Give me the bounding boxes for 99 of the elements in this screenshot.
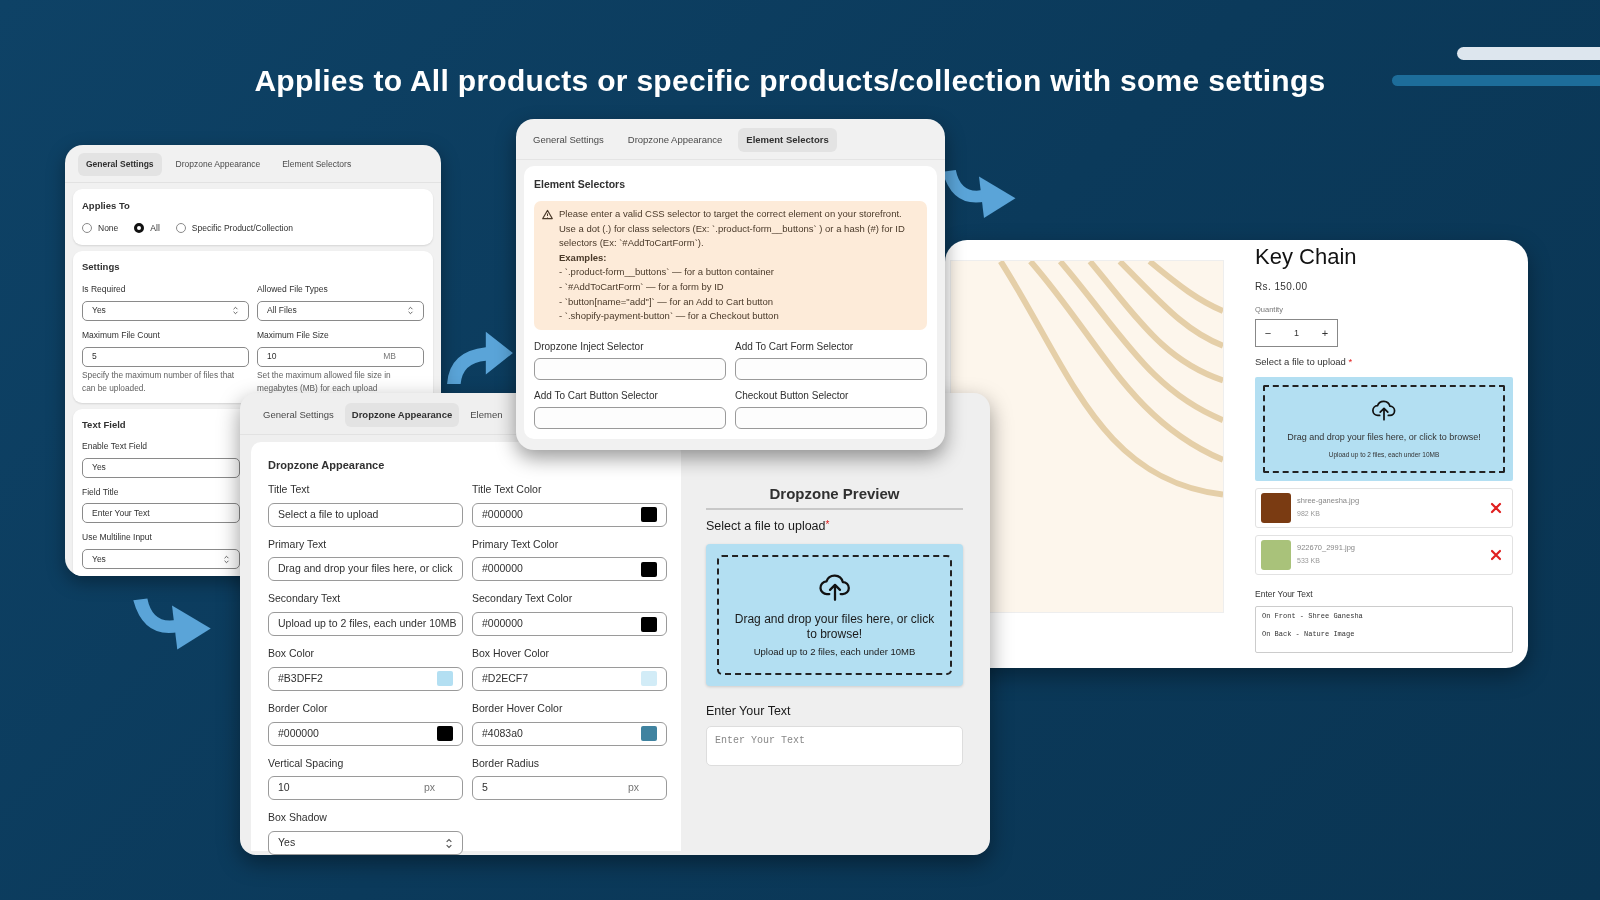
remove-icon[interactable]	[1490, 501, 1502, 514]
updown-chevron-icon	[407, 306, 414, 316]
tab[interactable]: Dropzone Appearance	[619, 128, 731, 153]
input-field[interactable]	[534, 357, 726, 380]
section-title: Element Selectors	[534, 177, 627, 193]
headline: Applies to All products or specific products/collection with some settings	[253, 63, 1327, 99]
input-field[interactable]: #000000	[472, 502, 667, 527]
field-label: Primary Text Color	[472, 536, 560, 552]
input-field[interactable]: #D2ECF7	[472, 666, 667, 691]
field-label: Secondary Text	[268, 591, 342, 607]
select-field[interactable]: Yes	[268, 831, 463, 855]
input-field[interactable]: #000000	[268, 721, 463, 746]
field-label: Box Shadow	[268, 810, 328, 826]
section-title: Applies To	[82, 198, 131, 213]
product-title: Key Chain	[1255, 243, 1358, 271]
input-field[interactable]: 10 px	[268, 776, 463, 801]
increment-button[interactable]: +	[1319, 325, 1331, 342]
field-label: Border Color	[268, 700, 329, 716]
radio-option[interactable]: Specific Product/Collection	[175, 222, 293, 235]
field-label: Add To Cart Form Selector	[735, 339, 855, 354]
example-item: - `#AddToCartForm` — for a form by ID	[559, 279, 725, 294]
field-label: Maximum File Count	[82, 328, 161, 342]
field-label: Checkout Button Selector	[735, 388, 850, 403]
field-label: Select a file to upload*	[706, 517, 831, 535]
example-item: - `.shopify-payment-button` — for a Checkout button	[559, 309, 780, 324]
field-label: Vertical Spacing	[268, 755, 345, 771]
input-field[interactable]	[735, 357, 927, 380]
input-field[interactable]: #000000	[472, 612, 667, 636]
field-label: Secondary Text Color	[472, 591, 574, 607]
text-area[interactable]: Enter Your Text	[706, 726, 963, 767]
input-field[interactable]: 10 MB	[257, 346, 424, 367]
example-item: - `.product-form__buttons` — for a button container	[559, 265, 775, 280]
field-label: Enter Your Text	[706, 702, 792, 720]
tab[interactable]: General Settings	[256, 403, 341, 428]
product-price: Rs. 150.00	[1255, 280, 1309, 294]
section-title: Text Field	[82, 417, 127, 432]
input-field[interactable]: #000000	[472, 557, 667, 582]
input-field[interactable]: Yes	[82, 457, 240, 478]
input-field[interactable]: Select a file to upload	[268, 502, 463, 527]
input-field[interactable]: Drag and drop your files here, or click	[268, 557, 463, 582]
input-field[interactable]: #B3DFF2	[268, 666, 463, 691]
quantity-value: 1	[1294, 326, 1299, 340]
tab[interactable]: Dropzone Appearance	[167, 153, 269, 176]
dropzone-text: Drag and drop your files here, or click to browse!	[1287, 430, 1481, 444]
field-label: Is Required	[82, 283, 127, 296]
input-field[interactable]	[534, 406, 726, 429]
input-field[interactable]	[735, 406, 927, 429]
tab[interactable]: General Settings	[525, 128, 612, 153]
field-label: Title Text	[268, 481, 311, 497]
thumbnail-placeholder	[1261, 492, 1291, 523]
tab[interactable]: Element Selectors	[274, 153, 360, 176]
field-label: Maximum File Size	[257, 328, 330, 342]
updown-chevron-icon	[445, 837, 453, 849]
field-label: Enter Your Text	[1255, 587, 1314, 601]
section-title: Dropzone Appearance	[268, 458, 386, 474]
field-label: Dropzone Inject Selector	[534, 339, 645, 354]
field-label: Border Radius	[472, 755, 541, 771]
input-field[interactable]: 5	[82, 346, 249, 367]
example-item: - `button[name="add"]` — for an Add to Cart button	[559, 294, 775, 309]
warning-icon	[542, 209, 553, 220]
notice-text: Please enter a valid CSS selector to target the correct element on your storefront. Use a dot (.) for class selectors (Ex: `.product-form__buttons` ) or a hash (#) for ID selectors (Ex: `#AddToCartForm`).	[559, 207, 906, 251]
input-field[interactable]: #4083a0	[472, 721, 667, 746]
thumbnail-placeholder	[1261, 539, 1291, 570]
help-text: Set the maximum allowed file size in megabytes (MB) for each upload	[257, 368, 392, 395]
section-title: Settings	[82, 259, 121, 274]
updown-chevron-icon	[223, 554, 230, 564]
tab[interactable]: General Settings	[78, 153, 162, 176]
updown-chevron-icon	[232, 306, 239, 316]
tab[interactable]: Element Selectors	[738, 128, 837, 153]
select-field[interactable]: All Files	[257, 300, 424, 321]
select-field[interactable]: Yes	[82, 300, 249, 321]
field-label: Title Text Color	[472, 481, 543, 497]
field-label: Add To Cart Button Selector	[534, 388, 659, 403]
input-field[interactable]: 5 px	[472, 776, 667, 801]
input-field[interactable]: Upload up to 2 files, each under 10MB	[268, 612, 463, 636]
radio-option[interactable]: None	[82, 222, 119, 235]
field-label: Box Color	[268, 646, 316, 661]
dropzone-text: Drag and drop your files here, or click to browse!	[734, 611, 935, 642]
preview-title: Dropzone Preview	[706, 483, 963, 510]
select-field[interactable]: Yes	[82, 549, 240, 569]
field-label: Primary Text	[268, 536, 328, 552]
dropzone-subtext: Upload up to 2 files, each under 10MB	[753, 644, 916, 659]
input-field[interactable]: Enter Your Text	[82, 503, 240, 524]
radio-option[interactable]: All	[134, 222, 160, 235]
remove-icon[interactable]	[1490, 548, 1502, 561]
field-label: Box Hover Color	[472, 646, 551, 661]
field-label: Enable Text Field	[82, 439, 149, 453]
tab[interactable]: Dropzone Appearance	[344, 403, 460, 428]
field-label: Border Hover Color	[472, 700, 564, 716]
decrement-button[interactable]: −	[1262, 325, 1274, 342]
field-label: Field Title	[82, 485, 120, 499]
field-label: Select a file to upload *	[1255, 355, 1354, 370]
quantity-stepper[interactable]: − 1 +	[1255, 319, 1338, 348]
tab[interactable]: Elemen	[463, 403, 510, 428]
help-text: Specify the maximum number of files that can be uploaded.	[82, 368, 236, 395]
field-label: Allowed File Types	[257, 283, 329, 296]
notice-heading: Examples:	[559, 250, 608, 265]
dropzone[interactable]: Drag and drop your files here, or click to browse! Upload up to 2 files, each under 10MB	[706, 543, 963, 686]
field-label: Use Multiline Input	[82, 531, 153, 544]
